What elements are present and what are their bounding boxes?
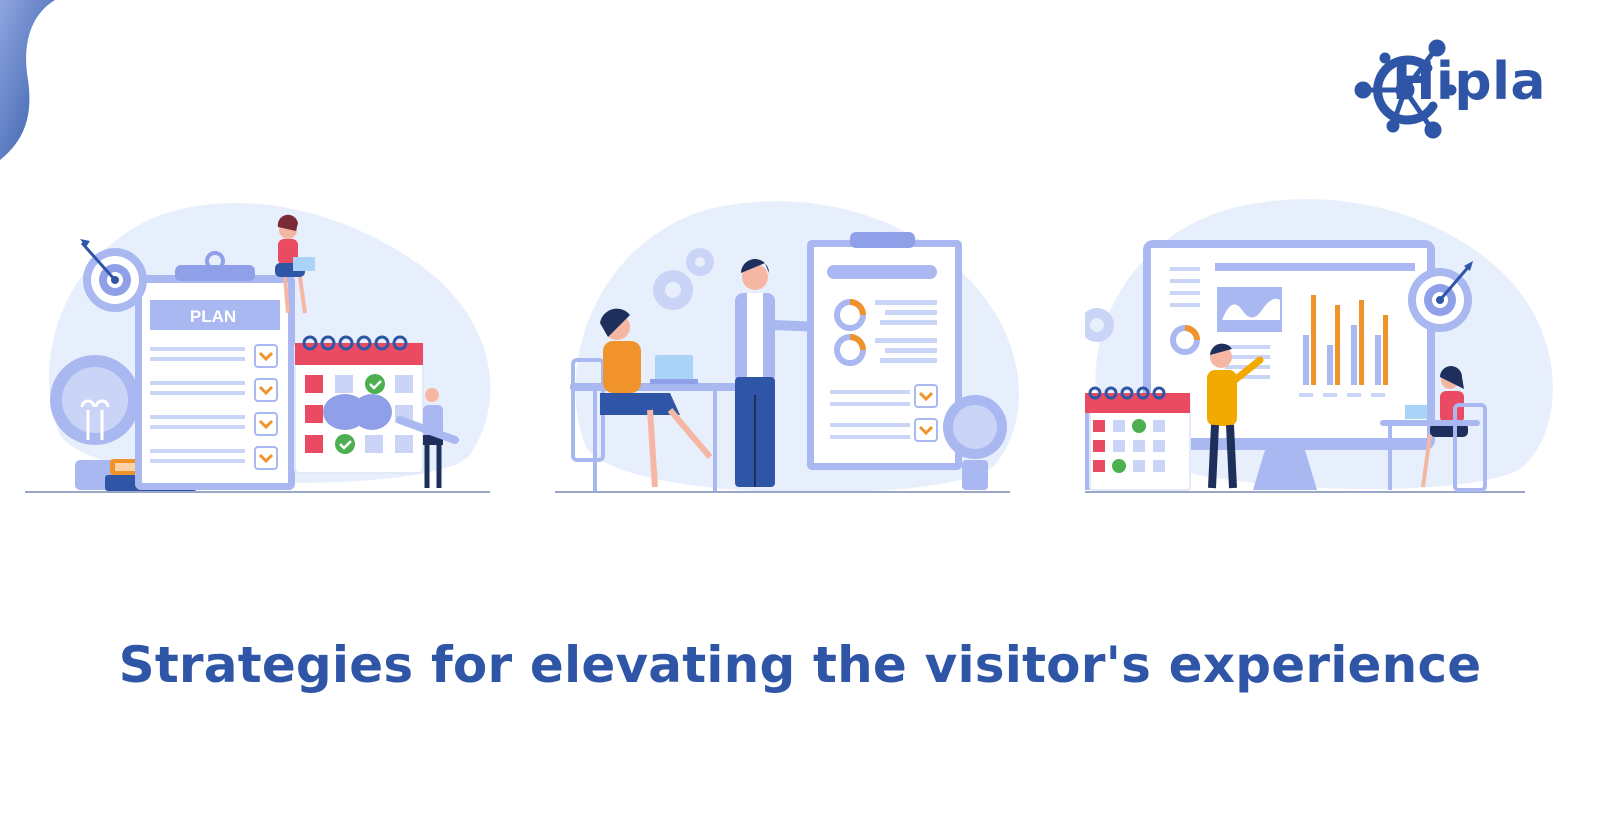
laptop-icon bbox=[650, 355, 698, 384]
corner-accent bbox=[0, 0, 55, 160]
calendar-icon bbox=[294, 335, 424, 474]
plan-label: PLAN bbox=[190, 307, 236, 326]
planning-illustration: PLAN bbox=[25, 203, 491, 493]
clipboard-icon bbox=[135, 251, 295, 490]
brand-name: Hipla bbox=[1392, 52, 1546, 112]
clipboard-icon bbox=[807, 232, 962, 470]
page-headline: Strategies for elevating the visitor's e… bbox=[118, 636, 1482, 694]
analytics-illustration bbox=[1085, 199, 1553, 493]
meeting-illustration bbox=[555, 201, 1019, 493]
calendar-icon bbox=[1085, 386, 1191, 491]
